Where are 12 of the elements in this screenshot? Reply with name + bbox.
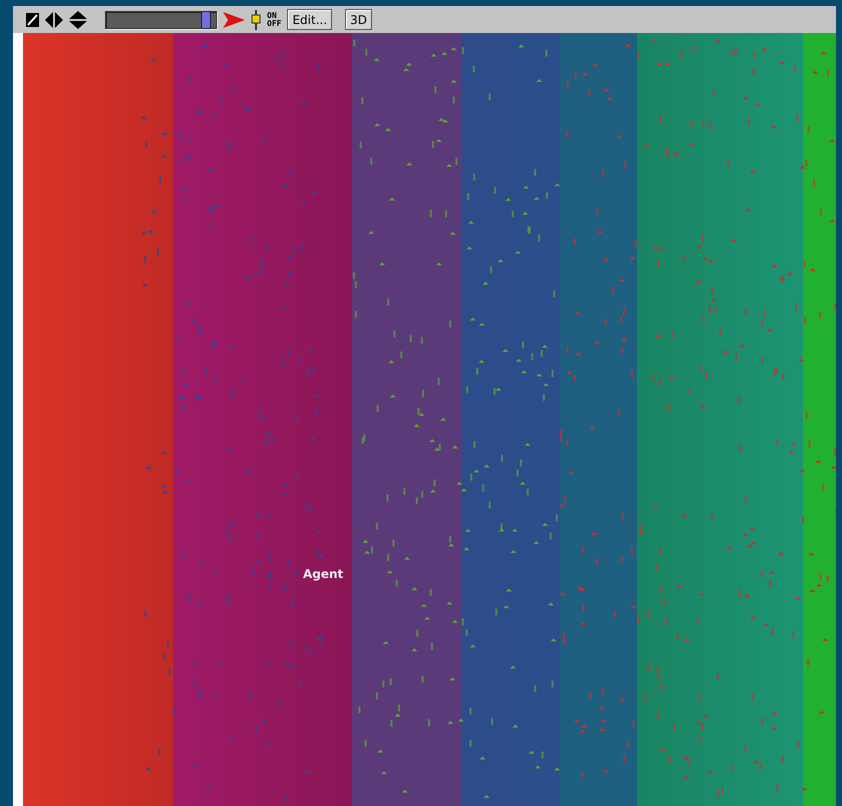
edit-button[interactable]: Edit...: [287, 9, 332, 30]
speed-slider[interactable]: [105, 10, 217, 28]
slider-thumb[interactable]: [201, 10, 211, 28]
horizontal-arrows-icon[interactable]: [45, 12, 63, 28]
on-label: ON: [267, 12, 278, 20]
3d-view-button[interactable]: 3D: [345, 9, 372, 30]
switch-icon[interactable]: [251, 10, 261, 30]
play-arrow-icon[interactable]: [223, 12, 245, 28]
zoom-icon[interactable]: [26, 12, 39, 26]
off-label: OFF: [267, 20, 282, 28]
agent-label: Agent: [303, 567, 344, 581]
vertical-arrows-icon[interactable]: [69, 10, 87, 28]
